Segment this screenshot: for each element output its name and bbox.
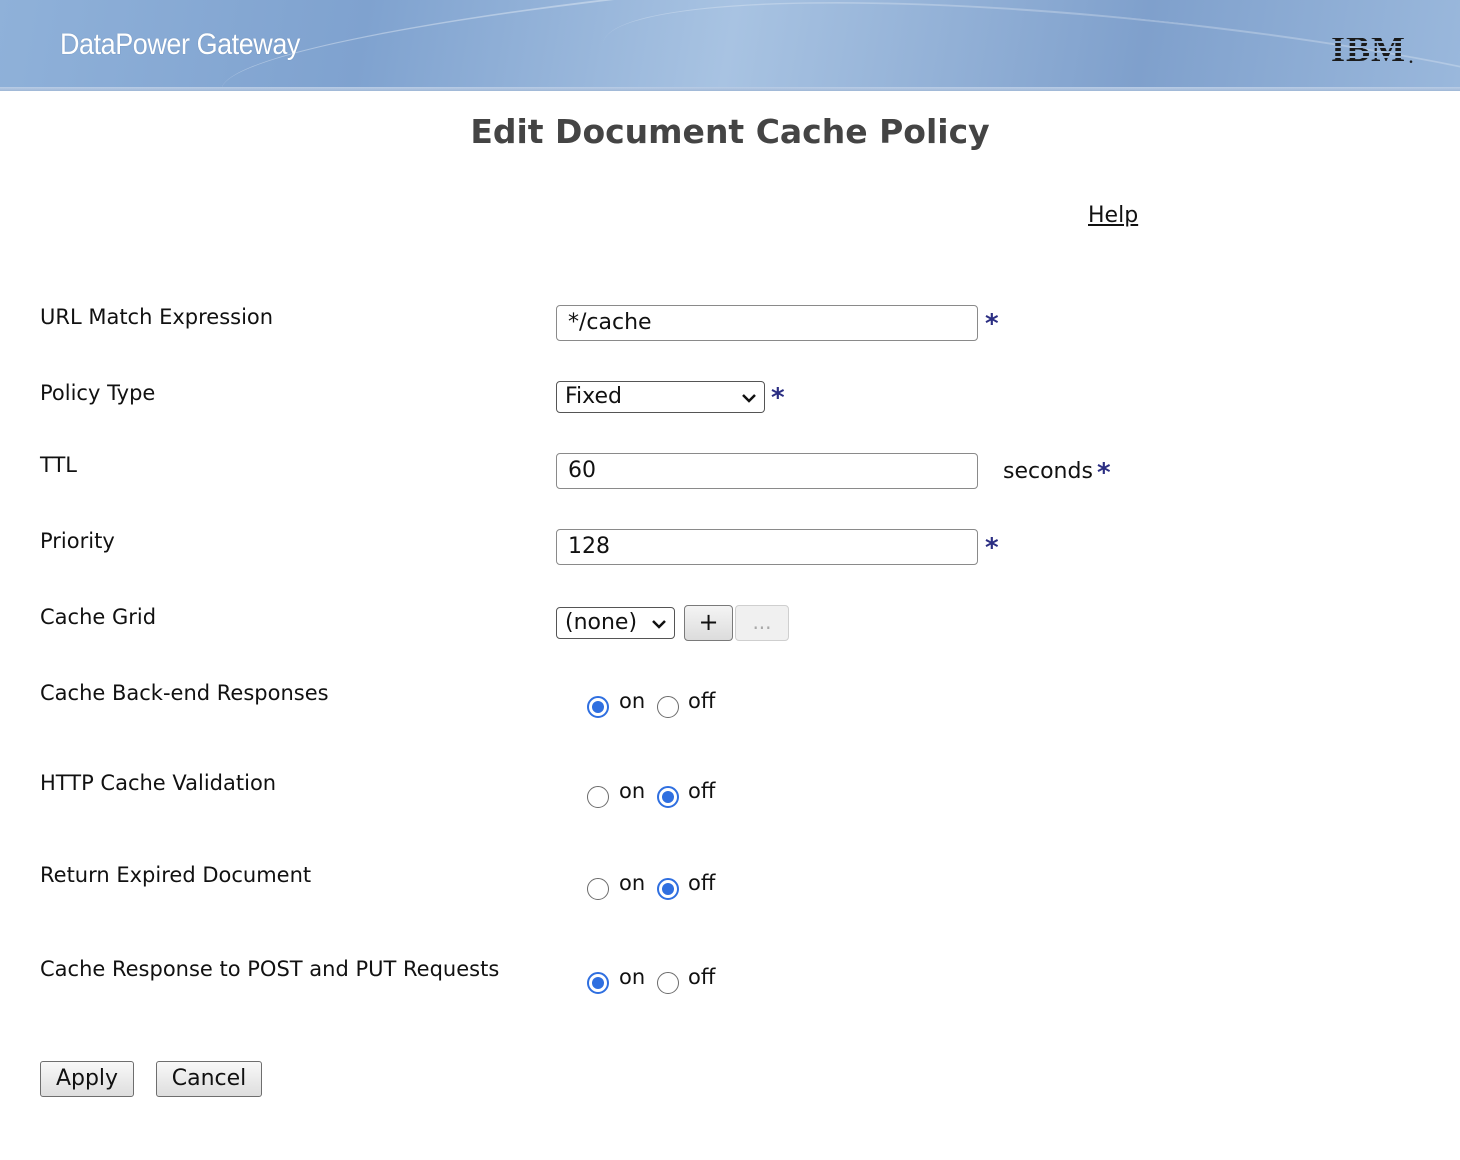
http-validation-off-label: off — [688, 779, 716, 803]
http-validation-on-radio[interactable] — [587, 786, 609, 808]
cache-grid-value: (none) — [565, 610, 638, 635]
return-expired-on-label: on — [619, 871, 646, 895]
priority-input[interactable]: 128 — [556, 529, 978, 565]
cache-post-put-off-label: off — [688, 965, 716, 989]
policy-type-select[interactable]: Fixed — [556, 381, 765, 413]
url-match-input[interactable]: */cache — [556, 305, 978, 341]
cache-post-put-on-label: on — [619, 965, 646, 989]
required-marker: * — [985, 533, 999, 563]
required-marker: * — [1097, 458, 1111, 488]
cache-post-put-label: Cache Response to POST and PUT Requests — [40, 957, 500, 981]
http-validation-off-radio[interactable] — [657, 786, 679, 808]
header-banner: DataPower Gateway IBM — [0, 0, 1460, 91]
help-link[interactable]: Help — [1088, 203, 1138, 228]
cache-backend-off-label: off — [688, 689, 716, 713]
cache-backend-on-radio[interactable] — [587, 696, 609, 718]
chevron-down-icon — [742, 394, 756, 403]
edit-cache-grid-button[interactable]: ... — [735, 605, 789, 641]
page-title: Edit Document Cache Policy — [470, 112, 990, 151]
apply-button[interactable]: Apply — [40, 1061, 134, 1097]
cache-grid-label: Cache Grid — [40, 605, 157, 629]
cache-grid-select[interactable]: (none) — [556, 607, 675, 639]
url-match-label: URL Match Expression — [40, 305, 274, 329]
return-expired-off-label: off — [688, 871, 716, 895]
ttl-label: TTL — [40, 453, 77, 477]
required-marker: * — [985, 309, 999, 339]
return-expired-label: Return Expired Document — [40, 863, 312, 887]
priority-label: Priority — [40, 529, 115, 553]
cache-backend-on-label: on — [619, 689, 646, 713]
chevron-down-icon — [652, 620, 666, 629]
http-validation-label: HTTP Cache Validation — [40, 771, 277, 795]
ibm-logo: IBM — [1331, 28, 1414, 70]
cache-backend-off-radio[interactable] — [657, 696, 679, 718]
policy-type-label: Policy Type — [40, 381, 156, 405]
ttl-input[interactable]: 60 — [556, 453, 978, 489]
return-expired-off-radio[interactable] — [657, 878, 679, 900]
ttl-unit: seconds — [1003, 459, 1093, 484]
policy-type-value: Fixed — [565, 384, 623, 409]
cache-post-put-on-radio[interactable] — [587, 972, 609, 994]
cache-post-put-off-radio[interactable] — [657, 972, 679, 994]
return-expired-on-radio[interactable] — [587, 878, 609, 900]
http-validation-on-label: on — [619, 779, 646, 803]
cancel-button[interactable]: Cancel — [156, 1061, 262, 1097]
cache-backend-label: Cache Back-end Responses — [40, 681, 329, 705]
product-name: DataPower Gateway — [60, 28, 300, 61]
required-marker: * — [771, 383, 785, 413]
add-cache-grid-button[interactable]: + — [684, 605, 733, 641]
